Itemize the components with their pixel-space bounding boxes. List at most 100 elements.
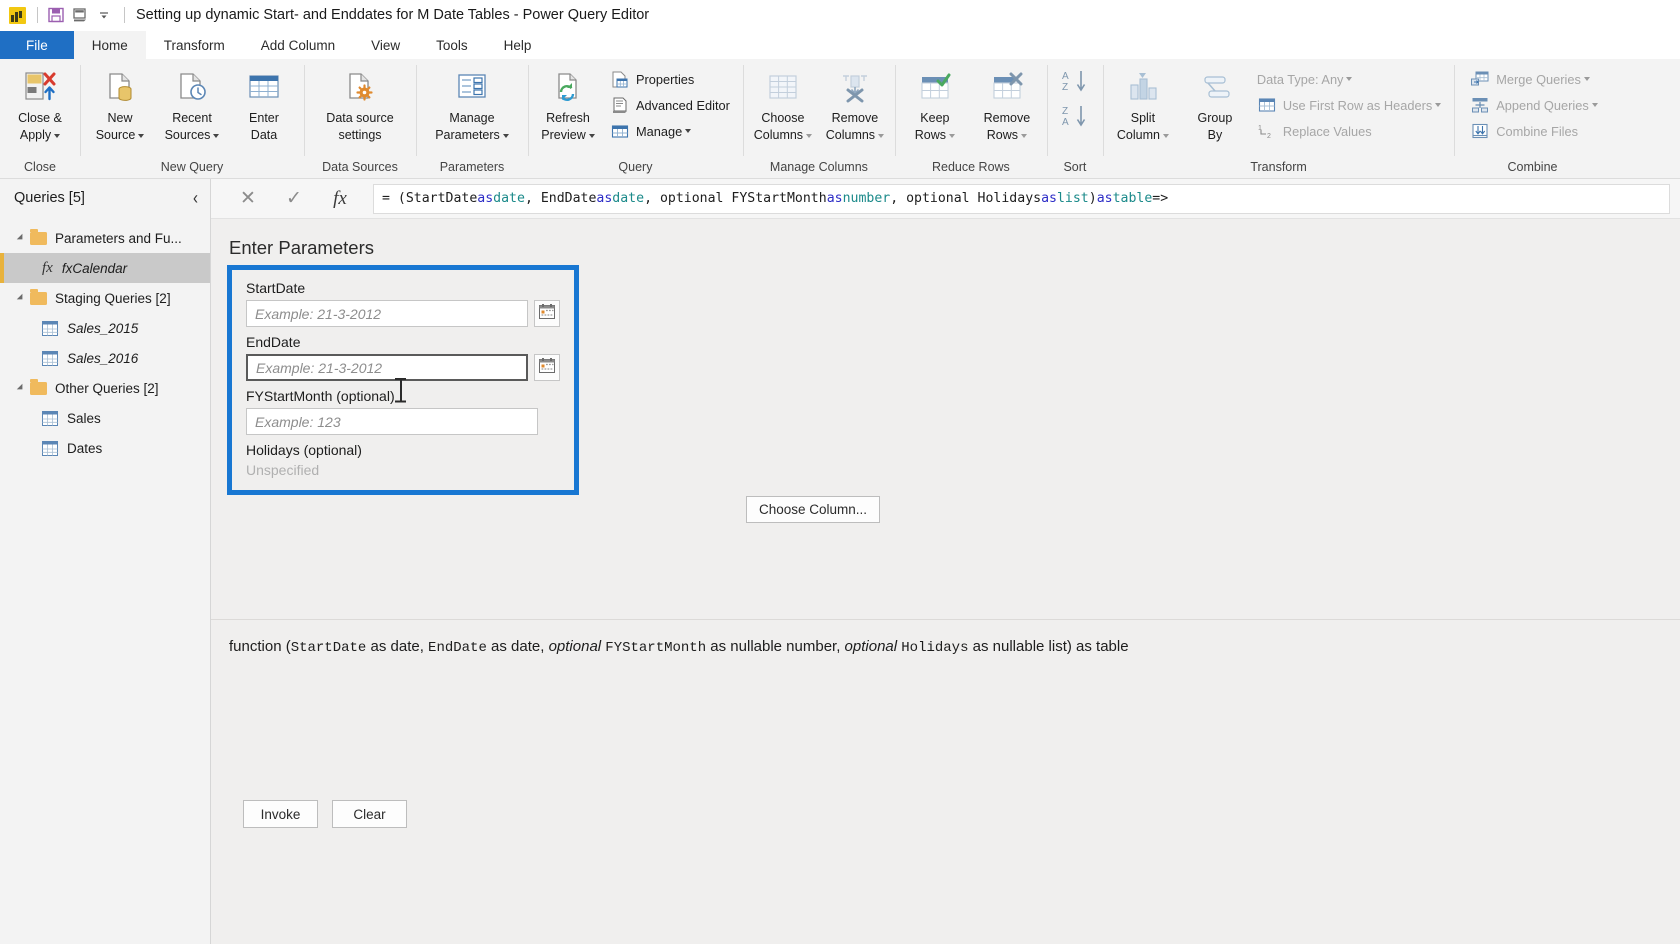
enter-data-label-2: Data (250, 128, 278, 142)
startdate-calendar-button[interactable] (534, 300, 560, 327)
enddate-calendar-button[interactable] (534, 354, 560, 381)
advanced-editor-button[interactable]: Advanced Editor (608, 93, 735, 117)
chevron-down-icon[interactable] (1021, 133, 1028, 138)
sidebar-item-label: fxCalendar (61, 260, 128, 276)
twisty-icon[interactable] (14, 381, 28, 395)
refresh-preview-button[interactable]: Refresh Preview (532, 65, 604, 145)
folder-icon (30, 378, 47, 395)
remove-columns-button[interactable]: Remove Columns (819, 65, 891, 145)
chevron-down-icon[interactable] (949, 133, 956, 138)
data-source-settings-button[interactable]: Data source settings (308, 65, 412, 145)
manage-button[interactable]: Manage (608, 119, 735, 143)
remove-rows-button[interactable]: Remove Rows (971, 65, 1043, 145)
chevron-down-icon[interactable] (1583, 77, 1590, 81)
sidebar-item-dates[interactable]: Dates (0, 433, 210, 463)
save-icon[interactable] (45, 4, 67, 26)
use-first-row-as-headers-label: Use First Row as Headers (1282, 97, 1433, 113)
close-icon[interactable]: ✕ (225, 183, 271, 215)
choose-column-button[interactable]: Choose Column... (746, 496, 881, 523)
tab-home[interactable]: Home (73, 31, 146, 59)
chevron-down-icon[interactable] (878, 133, 885, 138)
new-source-label-1: New (107, 111, 133, 125)
recent-sources-button[interactable]: Recent Sources (156, 65, 228, 145)
ribbon-group-label-parameters: Parameters (439, 160, 505, 174)
chevron-down-icon[interactable] (138, 133, 145, 138)
chevron-down-icon[interactable] (213, 133, 220, 138)
chevron-down-icon[interactable] (502, 133, 509, 138)
formula-input[interactable]: = (StartDate as date, EndDate as date, o… (373, 183, 1670, 214)
recent-sources-icon (174, 68, 210, 108)
table-icon (42, 410, 58, 426)
merge-queries-button[interactable]: Merge Queries (1468, 67, 1602, 91)
ribbon-group-parameters: Manage Parameters Parameters (416, 59, 528, 178)
tab-transform[interactable]: Transform (146, 31, 243, 59)
chevron-down-icon[interactable] (1346, 77, 1353, 81)
ribbon-group-label-close: Close (24, 160, 56, 174)
tab-tools[interactable]: Tools (418, 31, 486, 59)
split-column-button[interactable]: Split Column (1107, 65, 1179, 145)
checkmark-icon[interactable]: ✓ (271, 183, 317, 215)
twisty-icon[interactable] (14, 291, 28, 305)
merge-queries-icon (1470, 70, 1490, 88)
fystartmonth-input[interactable]: Example: 123 (246, 408, 538, 435)
queries-header-label: Queries [5] (14, 190, 85, 206)
clear-button[interactable]: Clear (332, 800, 407, 828)
transform-small-buttons: Data Type: Any Use First Row as Headers (1251, 65, 1450, 143)
fx-icon[interactable]: fx (317, 183, 363, 215)
enter-data-button[interactable]: Enter Data (228, 65, 300, 145)
data-type-button[interactable]: Data Type: Any (1255, 67, 1446, 91)
chevron-down-icon[interactable] (588, 133, 595, 138)
sort-ascending-icon[interactable]: A Z (1060, 69, 1090, 98)
ribbon-group-manage-columns: Choose Columns Remove Columns Manage Col… (742, 59, 895, 178)
sort-descending-icon[interactable]: Z A (1060, 104, 1090, 133)
combine-small-buttons: Merge Queries Append Queries Combine Fil… (1458, 65, 1606, 143)
svg-text:2: 2 (1267, 133, 1271, 139)
chevron-down-icon[interactable] (54, 133, 61, 138)
properties-label: Properties (636, 71, 695, 87)
group-by-button[interactable]: Group By (1179, 65, 1251, 145)
chevron-down-icon[interactable] (1591, 103, 1598, 107)
sidebar-item-sales[interactable]: Sales (0, 403, 210, 433)
properties-button[interactable]: Properties (608, 67, 735, 91)
invoke-button[interactable]: Invoke (243, 800, 318, 828)
chevron-down-icon[interactable] (685, 129, 692, 133)
replace-values-label: Replace Values (1282, 123, 1372, 139)
new-source-button[interactable]: New Source (84, 65, 156, 145)
tab-view[interactable]: View (353, 31, 418, 59)
refresh-preview-label-2: Preview (541, 128, 595, 142)
manage-parameters-button[interactable]: Manage Parameters (420, 65, 524, 145)
chevron-down-icon[interactable] (1162, 133, 1169, 138)
close-and-apply-button[interactable]: Close & Apply (4, 65, 76, 145)
sidebar-item-staging-queries[interactable]: Staging Queries [2] (0, 283, 210, 313)
sidebar-item-sales-2015[interactable]: Sales_2015 (0, 313, 210, 343)
startdate-input[interactable]: Example: 21-3-2012 (246, 300, 528, 327)
remove-columns-label-1: Remove (831, 111, 879, 125)
ribbon-group-sort: A Z Z A Sort (1046, 59, 1103, 178)
combine-files-button[interactable]: Combine Files (1468, 119, 1602, 143)
undo-icon[interactable] (69, 4, 91, 26)
chevron-down-icon[interactable] (93, 4, 115, 26)
replace-values-button[interactable]: 1 2 Replace Values (1255, 119, 1446, 143)
twisty-icon[interactable] (14, 231, 28, 245)
sidebar-item-other-queries[interactable]: Other Queries [2] (0, 373, 210, 403)
keep-rows-button[interactable]: Keep Rows (899, 65, 971, 145)
sidebar-item-parameters-and-functions[interactable]: Parameters and Fu... (0, 223, 210, 253)
tab-file[interactable]: File (0, 31, 74, 59)
calendar-icon (539, 357, 555, 378)
chevron-down-icon[interactable] (806, 133, 813, 138)
use-first-row-as-headers-button[interactable]: Use First Row as Headers (1255, 93, 1446, 117)
table-icon (42, 320, 58, 336)
sidebar-item-sales-2016[interactable]: Sales_2016 (0, 343, 210, 373)
sidebar-item-label: Other Queries [2] (55, 380, 159, 396)
sidebar-item-fxcalendar[interactable]: fx fxCalendar (0, 253, 210, 283)
append-queries-button[interactable]: Append Queries (1468, 93, 1602, 117)
chevron-left-icon[interactable]: ‹ (193, 187, 198, 208)
choose-columns-button[interactable]: Choose Columns (747, 65, 819, 145)
choose-columns-label-2: Columns (754, 128, 813, 142)
enddate-input[interactable]: Example: 21-3-2012 (246, 354, 528, 381)
chevron-down-icon[interactable] (1435, 103, 1442, 107)
ribbon: Close & Apply Close New Source Recent So… (0, 59, 1680, 179)
tab-add-column[interactable]: Add Column (243, 31, 353, 59)
tab-help[interactable]: Help (486, 31, 550, 59)
holidays-value[interactable]: Unspecified (246, 462, 560, 478)
